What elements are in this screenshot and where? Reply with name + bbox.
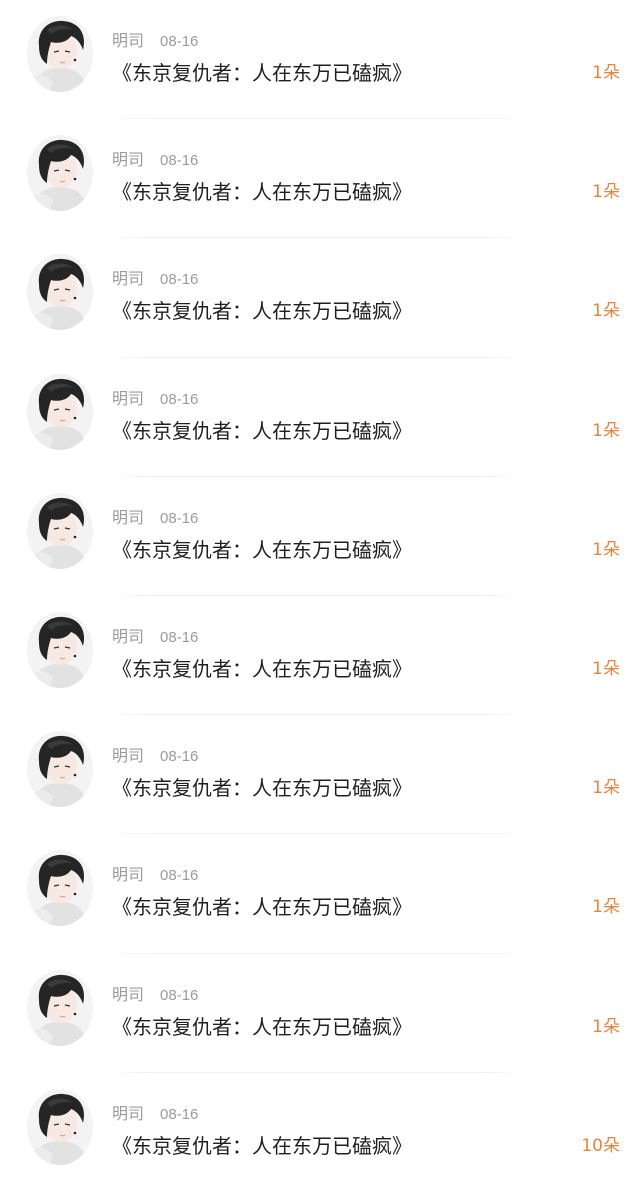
- record-meta: 明司 08-16: [112, 29, 198, 53]
- avatar-portrait-icon: [27, 16, 93, 92]
- avatar[interactable]: [27, 850, 93, 927]
- gift-count: 1朵: [592, 778, 620, 799]
- list-item[interactable]: 明司 08-16 《东京复仇者：人在东万已磕疯》 1朵: [0, 954, 640, 1073]
- avatar-portrait-icon: [27, 611, 93, 688]
- gift-count: 1朵: [592, 420, 620, 441]
- gift-count: 10朵: [581, 1135, 620, 1156]
- book-title[interactable]: 《东京复仇者：人在东万已磕疯》: [112, 535, 412, 565]
- record-meta: 明司 08-16: [112, 983, 198, 1007]
- list-item[interactable]: 明司 08-16 《东京复仇者：人在东万已磕疯》 1朵: [0, 119, 640, 239]
- record-meta: 明司 08-16: [112, 148, 198, 172]
- book-title[interactable]: 《东京复仇者：人在东万已磕疯》: [112, 296, 412, 326]
- avatar-portrait-icon: [27, 850, 93, 927]
- book-title[interactable]: 《东京复仇者：人在东万已磕疯》: [112, 773, 412, 803]
- author-name[interactable]: 明司: [112, 508, 144, 527]
- gift-count: 1朵: [592, 539, 620, 560]
- author-name[interactable]: 明司: [112, 865, 144, 884]
- author-name[interactable]: 明司: [112, 1104, 144, 1123]
- record-date: 08-16: [160, 748, 199, 766]
- gift-count: 1朵: [592, 658, 620, 679]
- author-name[interactable]: 明司: [112, 627, 144, 646]
- gift-count: 1朵: [592, 897, 620, 918]
- avatar[interactable]: [27, 16, 93, 92]
- list-item[interactable]: 明司 08-16 《东京复仇者：人在东万已磕疯》 1朵: [0, 596, 640, 716]
- avatar[interactable]: [27, 254, 93, 331]
- avatar[interactable]: [27, 492, 93, 569]
- avatar[interactable]: [27, 731, 93, 808]
- record-meta: 明司 08-16: [112, 506, 198, 530]
- list-item[interactable]: 明司 08-16 《东京复仇者：人在东万已磕疯》 1朵: [0, 358, 640, 477]
- list-item[interactable]: 明司 08-16 《东京复仇者：人在东万已磕疯》 10朵: [0, 1073, 640, 1192]
- record-date: 08-16: [160, 152, 199, 170]
- avatar[interactable]: [27, 611, 93, 688]
- avatar-portrait-icon: [27, 1088, 93, 1165]
- gift-count: 1朵: [592, 301, 620, 322]
- avatar-portrait-icon: [27, 492, 93, 569]
- record-date: 08-16: [160, 390, 199, 408]
- list-item[interactable]: 明司 08-16 《东京复仇者：人在东万已磕疯》 1朵: [0, 834, 640, 954]
- record-meta: 明司 08-16: [112, 267, 198, 291]
- avatar-portrait-icon: [27, 731, 93, 808]
- book-title[interactable]: 《东京复仇者：人在东万已磕疯》: [112, 416, 412, 446]
- book-title[interactable]: 《东京复仇者：人在东万已磕疯》: [112, 58, 412, 88]
- record-date: 08-16: [160, 867, 199, 885]
- record-meta: 明司 08-16: [112, 387, 198, 411]
- gift-record-list: 明司08-16 《东京复仇者：人在东万已磕疯》 1朵 明司08-16 《东京: [0, 0, 640, 1172]
- avatar-portrait-icon: [27, 135, 93, 212]
- author-name[interactable]: 明司: [112, 389, 144, 408]
- book-title[interactable]: 《东京复仇者：人在东万已磕疯》: [112, 654, 412, 684]
- record-meta: 明司 08-16: [112, 1102, 198, 1126]
- avatar-portrait-icon: [27, 969, 93, 1046]
- avatar[interactable]: [27, 373, 93, 450]
- book-title[interactable]: 《东京复仇者：人在东万已磕疯》: [112, 1012, 412, 1042]
- record-date: 08-16: [160, 986, 199, 1004]
- avatar[interactable]: [27, 135, 93, 212]
- record-meta: 明司 08-16: [112, 625, 198, 649]
- author-name[interactable]: 明司: [112, 269, 144, 288]
- list-item[interactable]: 明司 08-16 《东京复仇者：人在东万已磕疯》 1朵: [0, 715, 640, 835]
- avatar-portrait-icon: [27, 254, 93, 331]
- author-name[interactable]: 明司: [112, 31, 144, 50]
- avatar-portrait-icon: [27, 373, 93, 450]
- author-name[interactable]: 明司: [112, 985, 144, 1004]
- gift-count: 1朵: [592, 182, 620, 203]
- record-date: 08-16: [160, 1105, 199, 1123]
- list-item[interactable]: 明司 08-16 《东京复仇者：人在东万已磕疯》 1朵: [0, 238, 640, 358]
- record-meta: 明司 08-16: [112, 744, 198, 768]
- book-title[interactable]: 《东京复仇者：人在东万已磕疯》: [112, 177, 412, 207]
- book-title[interactable]: 《东京复仇者：人在东万已磕疯》: [112, 1131, 412, 1161]
- record-meta: 明司 08-16: [112, 863, 198, 887]
- author-name[interactable]: 明司: [112, 150, 144, 169]
- record-date: 08-16: [160, 509, 199, 527]
- list-item[interactable]: 明司 08-16 《东京复仇者：人在东万已磕疯》 1朵: [0, 477, 640, 596]
- avatar[interactable]: [27, 969, 93, 1046]
- avatar[interactable]: [27, 1088, 93, 1165]
- list-item[interactable]: 明司 08-16 《东京复仇者：人在东万已磕疯》 1朵: [0, 0, 640, 120]
- record-date: 08-16: [160, 628, 199, 646]
- author-name[interactable]: 明司: [112, 746, 144, 765]
- gift-count: 1朵: [592, 63, 620, 83]
- record-date: 08-16: [160, 33, 199, 50]
- book-title[interactable]: 《东京复仇者：人在东万已磕疯》: [112, 892, 412, 922]
- record-date: 08-16: [160, 271, 199, 289]
- gift-count: 1朵: [592, 1016, 620, 1037]
